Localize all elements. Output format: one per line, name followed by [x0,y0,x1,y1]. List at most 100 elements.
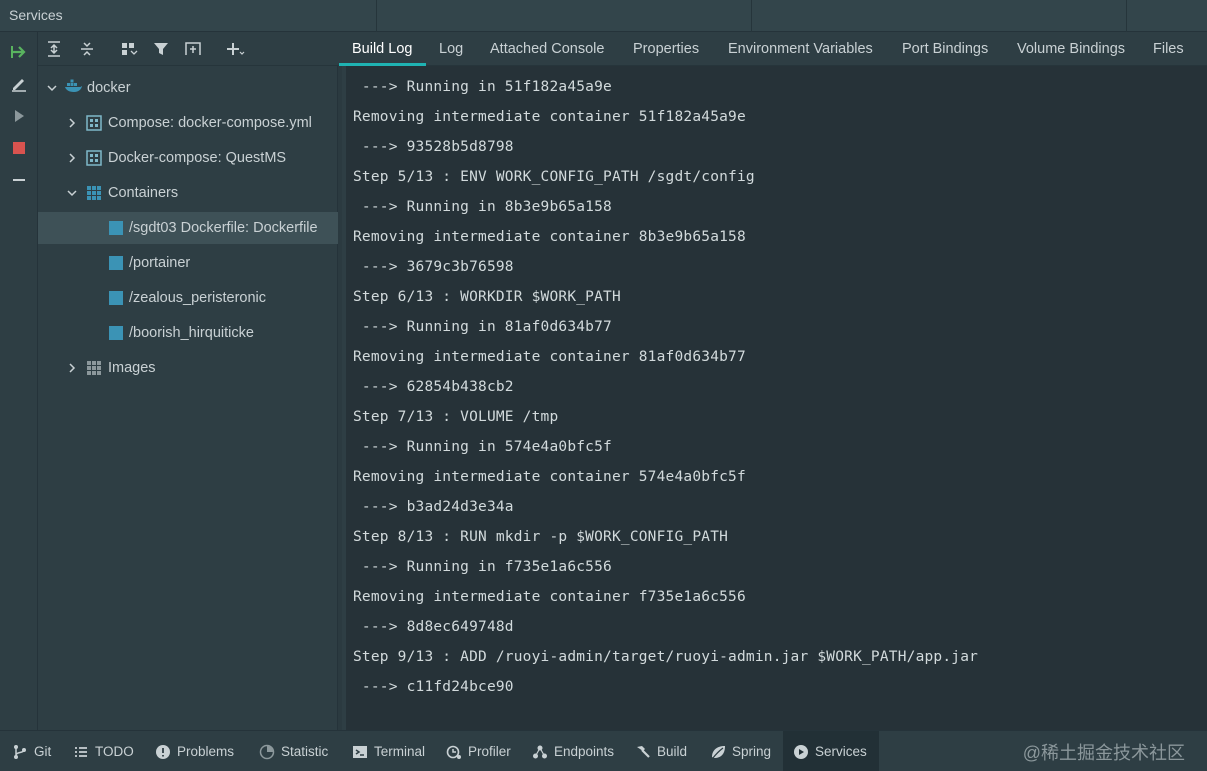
add-icon[interactable] [225,39,245,59]
docker-whale-icon [64,79,82,95]
tree-item-label: /sgdt03 Dockerfile: Dockerfile [129,220,318,236]
tree-item-label: /portainer [129,255,191,271]
log-line: ---> c11fd24bce90 [353,679,514,695]
tree-item-label: Docker-compose: QuestMS [108,150,287,166]
tab-attached-console[interactable]: Attached Console [490,32,604,66]
tool-profiler[interactable]: Profiler [446,731,511,771]
log-line: ---> 93528b5d8798 [353,139,514,155]
tab-properties[interactable]: Properties [633,32,699,66]
tree-item-container-portainer[interactable]: /portainer [38,247,338,279]
tree-item-containers[interactable]: Containers [38,177,338,209]
images-grid-icon [86,360,102,376]
tool-build[interactable]: Build [635,731,687,771]
title-bar: Services [0,0,1207,32]
tool-spring[interactable]: Spring [710,731,771,771]
watermark: @稀土掘金技术社区 [1022,743,1185,763]
title-divider [376,0,377,32]
tree-item-label: Compose: docker-compose.yml [108,115,312,131]
statistic-icon [259,744,275,760]
filter-icon[interactable] [151,39,171,59]
spring-leaf-icon [710,744,726,760]
chevron-right-icon[interactable] [66,117,78,129]
tree-item-label: Images [108,360,156,376]
log-line: ---> Running in 51f182a45a9e [353,79,612,95]
tree-item-label: Containers [108,185,179,201]
log-line: ---> Running in 81af0d634b77 [353,319,612,335]
container-icon [108,220,124,236]
compose-icon [86,150,102,166]
collapse-all-icon[interactable] [77,39,97,59]
window-title: Services [9,7,63,23]
minus-icon[interactable] [9,170,29,190]
log-line: Removing intermediate container 81af0d63… [353,349,746,365]
tree-item-compose-file[interactable]: Compose: docker-compose.yml [38,107,338,139]
tab-volume-bindings[interactable]: Volume Bindings [1017,32,1125,66]
tool-label: Build [657,744,688,759]
services-tree: docker Compose: docker-compose.yml Docke… [38,66,338,730]
log-line: ---> b3ad24d3e34a [353,499,514,515]
todo-list-icon [73,744,89,760]
chevron-right-icon[interactable] [66,362,78,374]
new-tab-icon[interactable] [183,39,203,59]
tree-item-compose-questms[interactable]: Docker-compose: QuestMS [38,142,338,174]
chevron-down-icon[interactable] [46,82,58,94]
log-line: Step 8/13 : RUN mkdir -p $WORK_CONFIG_PA… [353,529,729,545]
profiler-icon [446,744,462,760]
tree-item-images[interactable]: Images [38,352,338,384]
tree-item-docker[interactable]: docker [38,72,338,104]
compose-icon [86,115,102,131]
expand-all-icon[interactable] [44,39,64,59]
endpoints-icon [532,744,548,760]
tool-problems[interactable]: Problems [155,731,234,771]
tool-label: Endpoints [554,744,615,759]
tool-window-bar: Git TODO Problems Statistic Terminal Pro… [0,730,1207,771]
run-arrow-icon[interactable] [9,42,29,62]
log-line: ---> Running in 8b3e9b65a158 [353,199,612,215]
tool-label: Services [815,744,867,759]
tree-item-container-zealous[interactable]: /zealous_peristeronic [38,282,338,314]
tool-todo[interactable]: TODO [73,731,134,771]
tool-label: Git [34,744,52,759]
tool-label: Problems [177,744,235,759]
play-icon[interactable] [9,106,29,126]
tree-toolbar [38,32,338,66]
tool-services[interactable]: Services [783,731,879,771]
log-line: Step 7/13 : VOLUME /tmp [353,409,559,425]
log-line: Removing intermediate container f735e1a6… [353,589,746,605]
tool-label: TODO [95,744,134,759]
group-icon[interactable] [119,39,139,59]
title-divider [751,0,752,32]
chevron-right-icon[interactable] [66,152,78,164]
log-line: ---> 8d8ec649748d [353,619,514,635]
tree-item-container-sgdt03[interactable]: /sgdt03 Dockerfile: Dockerfile [38,212,338,244]
log-line: Removing intermediate container 51f182a4… [353,109,746,125]
tool-statistic[interactable]: Statistic [259,731,328,771]
tool-git[interactable]: Git [12,731,51,771]
tab-build-log[interactable]: Build Log [338,32,428,66]
tool-terminal[interactable]: Terminal [352,731,425,771]
log-line: ---> Running in 574e4a0bfc5f [353,439,612,455]
log-line: Step 6/13 : WORKDIR $WORK_PATH [353,289,621,305]
log-line: ---> 62854b438cb2 [353,379,514,395]
chevron-down-icon[interactable] [66,187,78,199]
problems-icon [155,744,171,760]
tool-label: Profiler [468,744,511,759]
log-line: ---> Running in f735e1a6c556 [353,559,612,575]
edit-icon[interactable] [9,74,29,94]
tree-item-label: /boorish_hirquiticke [129,325,254,341]
build-log-output[interactable]: ---> Running in 51f182a45a9e Removing in… [342,66,1207,730]
title-divider [1126,0,1127,32]
container-icon [108,255,124,271]
tool-label: Terminal [374,744,426,759]
container-icon [108,290,124,306]
tool-endpoints[interactable]: Endpoints [532,731,614,771]
tab-port-bindings[interactable]: Port Bindings [902,32,988,66]
stop-icon[interactable] [9,138,29,158]
tree-item-container-boorish[interactable]: /boorish_hirquiticke [38,317,338,349]
tab-files[interactable]: Files [1153,32,1184,66]
tab-environment-variables[interactable]: Environment Variables [728,32,873,66]
containers-grid-icon [86,185,102,201]
tab-log[interactable]: Log [439,32,463,66]
log-line: Removing intermediate container 574e4a0b… [353,469,746,485]
git-branch-icon [12,744,28,760]
